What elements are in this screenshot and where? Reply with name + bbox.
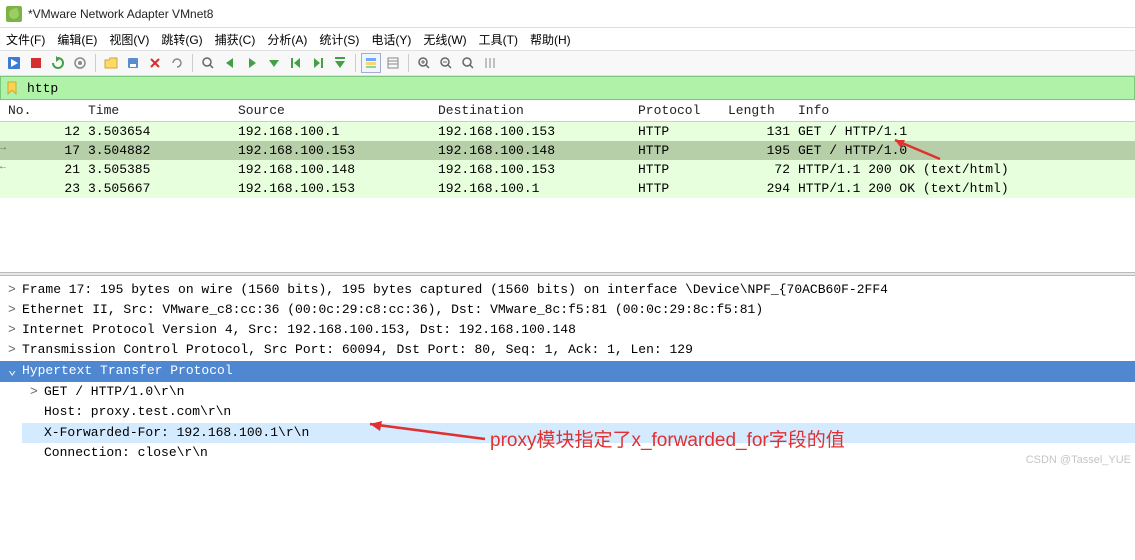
save-file-button[interactable] <box>123 53 143 73</box>
menu-edit[interactable]: 编辑(E) <box>57 31 97 48</box>
tree-http-get[interactable]: GET / HTTP/1.0\r\n <box>22 382 1135 402</box>
go-back-button[interactable] <box>220 53 240 73</box>
stop-capture-button[interactable] <box>26 53 46 73</box>
col-len[interactable]: Length <box>724 102 794 119</box>
menu-tel[interactable]: 电话(Y) <box>371 31 411 48</box>
resize-columns-button[interactable] <box>480 53 500 73</box>
col-no[interactable]: No. <box>4 102 84 119</box>
start-capture-button[interactable] <box>4 53 24 73</box>
menu-help[interactable]: 帮助(H) <box>530 31 571 48</box>
col-time[interactable]: Time <box>84 102 234 119</box>
menu-capture[interactable]: 捕获(C) <box>215 31 256 48</box>
col-proto[interactable]: Protocol <box>634 102 724 119</box>
titlebar: *VMware Network Adapter VMnet8 <box>0 0 1135 28</box>
menu-go[interactable]: 跳转(G) <box>161 31 202 48</box>
tree-ip[interactable]: Internet Protocol Version 4, Src: 192.16… <box>0 320 1135 340</box>
columns-button[interactable] <box>383 53 403 73</box>
tree-http[interactable]: Hypertext Transfer Protocol <box>0 361 1135 383</box>
menu-view[interactable]: 视图(V) <box>109 31 149 48</box>
menu-tools[interactable]: 工具(T) <box>479 31 518 48</box>
open-file-button[interactable] <box>101 53 121 73</box>
display-filter-bar <box>0 76 1135 100</box>
colorize-button[interactable] <box>361 53 381 73</box>
tree-tcp[interactable]: Transmission Control Protocol, Src Port:… <box>0 340 1135 360</box>
tree-http-conn[interactable]: Connection: close\r\n <box>22 443 1135 463</box>
go-first-button[interactable] <box>286 53 306 73</box>
go-to-button[interactable] <box>264 53 284 73</box>
reload-button[interactable] <box>167 53 187 73</box>
display-filter-input[interactable] <box>23 79 1134 98</box>
menu-file[interactable]: 文件(F) <box>6 31 45 48</box>
tree-frame[interactable]: Frame 17: 195 bytes on wire (1560 bits),… <box>0 280 1135 300</box>
tree-http-xff[interactable]: X-Forwarded-For: 192.168.100.1\r\n <box>22 423 1135 443</box>
packet-list-header: No. Time Source Destination Protocol Len… <box>0 100 1135 122</box>
watermark: CSDN @Tassel_YUE <box>1026 452 1131 469</box>
find-button[interactable] <box>198 53 218 73</box>
restart-capture-button[interactable] <box>48 53 68 73</box>
packet-details-pane[interactable]: Frame 17: 195 bytes on wire (1560 bits),… <box>0 276 1135 467</box>
close-file-button[interactable] <box>145 53 165 73</box>
bookmark-icon[interactable] <box>3 79 21 97</box>
col-src[interactable]: Source <box>234 102 434 119</box>
auto-scroll-button[interactable] <box>330 53 350 73</box>
col-dst[interactable]: Destination <box>434 102 634 119</box>
packet-list[interactable]: 123.503654192.168.100.1192.168.100.153HT… <box>0 122 1135 272</box>
packet-row[interactable]: 123.503654192.168.100.1192.168.100.153HT… <box>0 122 1135 141</box>
menu-analyze[interactable]: 分析(A) <box>267 31 307 48</box>
tree-http-host[interactable]: Host: proxy.test.com\r\n <box>22 402 1135 422</box>
go-forward-button[interactable] <box>242 53 262 73</box>
capture-options-button[interactable] <box>70 53 90 73</box>
window-title: *VMware Network Adapter VMnet8 <box>28 7 213 21</box>
zoom-out-button[interactable] <box>436 53 456 73</box>
zoom-reset-button[interactable] <box>458 53 478 73</box>
packet-row[interactable]: 233.505667192.168.100.153192.168.100.1HT… <box>0 179 1135 198</box>
toolbar <box>0 50 1135 76</box>
tree-eth[interactable]: Ethernet II, Src: VMware_c8:cc:36 (00:0c… <box>0 300 1135 320</box>
go-last-button[interactable] <box>308 53 328 73</box>
menubar: 文件(F) 编辑(E) 视图(V) 跳转(G) 捕获(C) 分析(A) 统计(S… <box>0 28 1135 50</box>
menu-wireless[interactable]: 无线(W) <box>423 31 466 48</box>
zoom-in-button[interactable] <box>414 53 434 73</box>
col-info[interactable]: Info <box>794 102 1135 119</box>
packet-row[interactable]: ←213.505385192.168.100.148192.168.100.15… <box>0 160 1135 179</box>
packet-row[interactable]: →173.504882192.168.100.153192.168.100.14… <box>0 141 1135 160</box>
wireshark-icon <box>6 6 22 22</box>
menu-stats[interactable]: 统计(S) <box>319 31 359 48</box>
